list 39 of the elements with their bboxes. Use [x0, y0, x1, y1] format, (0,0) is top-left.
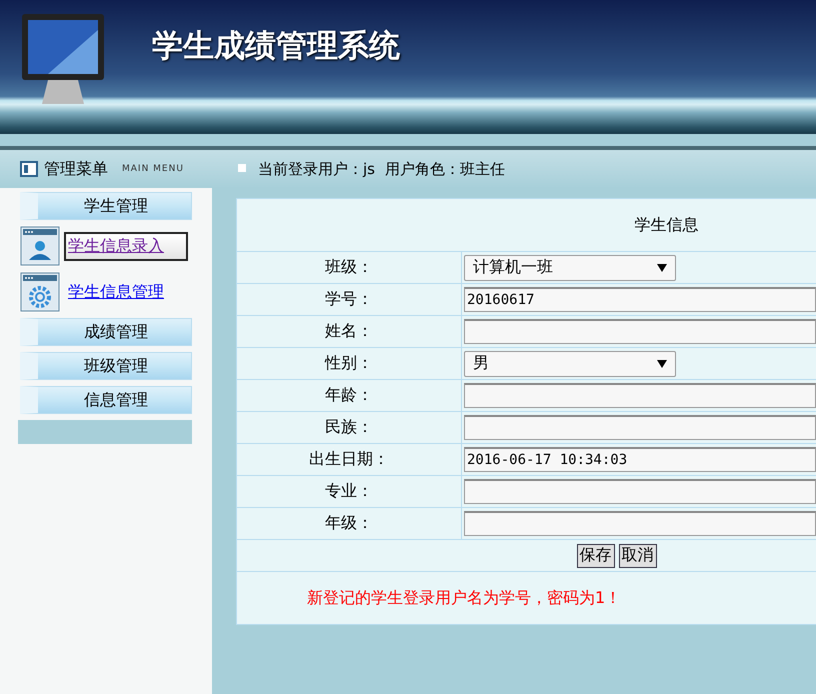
input-field[interactable]: [464, 319, 816, 344]
current-user: 当前登录用户：js: [258, 160, 375, 178]
field-label: 姓名：: [325, 321, 373, 342]
dropdown-arrow-icon: [657, 360, 667, 368]
user-icon: [20, 226, 60, 266]
input-field[interactable]: [464, 511, 816, 536]
system-title: 学生成绩管理系统: [152, 27, 400, 66]
menu-group[interactable]: 班级管理: [20, 352, 192, 380]
field-label: 专业：: [325, 481, 373, 502]
select-field[interactable]: 男: [464, 350, 676, 376]
input-field[interactable]: [464, 383, 816, 408]
menu-link[interactable]: 学生信息管理: [64, 278, 188, 306]
save-button[interactable]: 保存: [576, 544, 614, 568]
field-label: 年级：: [325, 513, 373, 534]
menu-title: 管理菜单: [44, 158, 108, 180]
cancel-button[interactable]: 取消: [618, 544, 656, 568]
gear-icon: [20, 272, 60, 312]
bullet-icon: [238, 164, 248, 174]
user-role: 用户角色：班主任: [384, 160, 505, 178]
notice-text: 新登记的学生登录用户名为学号，密码为1！: [307, 588, 622, 608]
dropdown-arrow-icon: [657, 264, 667, 272]
field-label: 出生日期：: [309, 449, 389, 470]
input-field[interactable]: 20160617: [464, 287, 816, 312]
input-field[interactable]: 2016-06-17 10:34:03: [464, 447, 816, 472]
menu-link[interactable]: 学生信息录入: [64, 232, 188, 260]
panel-icon: [20, 161, 38, 177]
field-label: 民族：: [325, 417, 373, 438]
form-title: 学生信息: [634, 214, 698, 236]
menu-group[interactable]: 学生管理: [20, 192, 192, 220]
input-field[interactable]: [464, 479, 816, 504]
menu-group[interactable]: 信息管理: [20, 386, 192, 414]
field-label: 性别：: [325, 353, 373, 374]
menu-subtitle: MAIN MENU: [122, 164, 184, 174]
menu-group[interactable]: 成绩管理: [20, 318, 192, 346]
select-field[interactable]: 计算机一班: [464, 254, 676, 280]
input-field[interactable]: [464, 415, 816, 440]
field-label: 班级：: [325, 257, 373, 278]
field-label: 学号：: [325, 289, 373, 310]
field-label: 年龄：: [325, 385, 373, 406]
